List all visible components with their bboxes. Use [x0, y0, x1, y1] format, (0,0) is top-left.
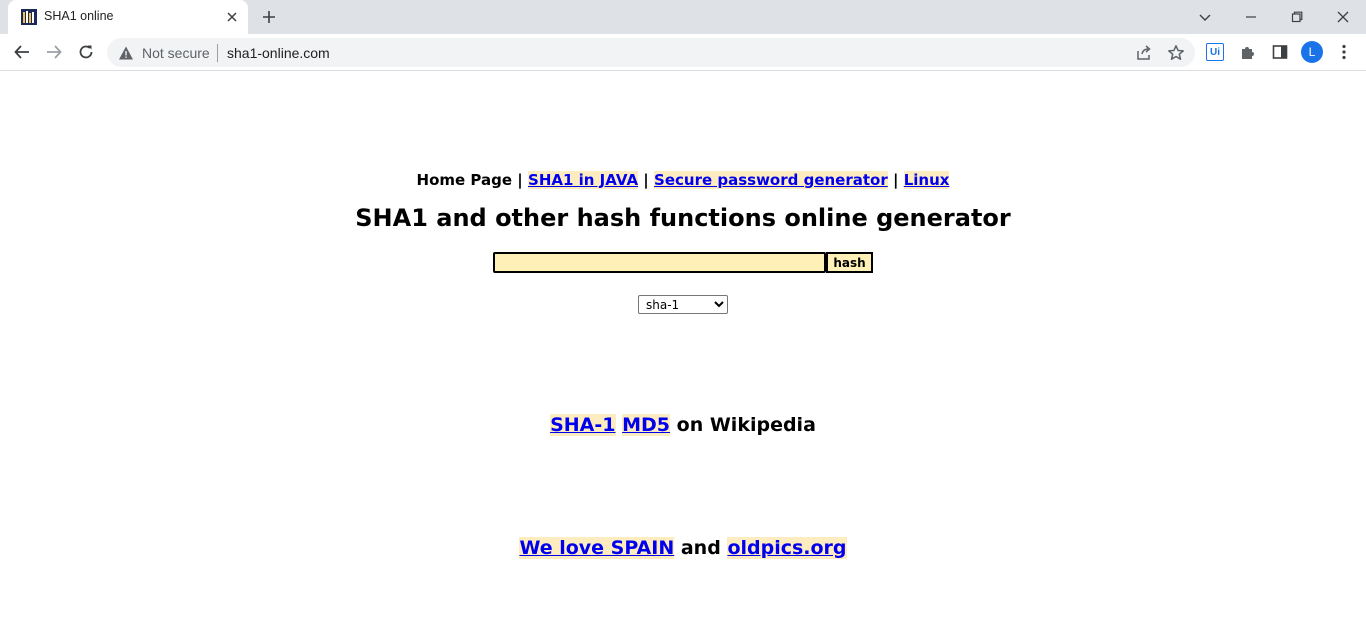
site-favicon-icon — [21, 9, 37, 25]
arrow-left-icon — [14, 45, 29, 59]
arrow-right-icon — [47, 45, 62, 59]
promo-link-spain[interactable]: We love SPAIN — [519, 537, 675, 559]
wiki-link-md5[interactable]: MD5 — [622, 414, 671, 436]
tab-strip: SHA1 online — [0, 0, 1366, 34]
algorithm-select[interactable]: sha-1 — [638, 295, 728, 314]
nav-separator: | — [892, 171, 899, 189]
hash-button[interactable]: hash — [826, 252, 873, 273]
restore-button[interactable] — [1274, 0, 1320, 34]
hash-form: hash — [493, 252, 873, 273]
home-page-label: Home Page — [416, 171, 513, 189]
nav-link-linux[interactable]: Linux — [903, 171, 950, 189]
close-tab-icon[interactable] — [224, 9, 240, 25]
browser-toolbar: Not secure sha1-online.com Ui L — [0, 34, 1366, 71]
security-label[interactable]: Not secure — [142, 45, 210, 61]
puzzle-icon — [1242, 47, 1254, 59]
chevron-down-icon — [1199, 14, 1211, 21]
omnibox-divider — [217, 44, 218, 62]
browser-menu-button[interactable] — [1334, 42, 1354, 62]
top-nav: Home Page | SHA1 in JAVA | Secure passwo… — [0, 171, 1366, 189]
side-panel-icon — [1272, 45, 1288, 59]
tab-search-button[interactable] — [1182, 0, 1228, 34]
nav-link-sha1-java[interactable]: SHA1 in JAVA — [528, 171, 639, 189]
url-text[interactable]: sha1-online.com — [227, 45, 330, 61]
profile-avatar[interactable]: L — [1301, 41, 1323, 63]
promo-connector: and — [680, 537, 721, 559]
nav-separator: | — [517, 171, 523, 189]
close-icon — [1337, 11, 1349, 23]
back-button[interactable] — [12, 42, 32, 62]
forward-button[interactable] — [44, 42, 64, 62]
page-title: SHA1 and other hash functions online gen… — [355, 204, 1011, 232]
warning-icon[interactable] — [118, 45, 134, 61]
more-vert-icon — [1342, 44, 1346, 60]
tab-title: SHA1 online — [44, 9, 114, 23]
browser-tab[interactable]: SHA1 online — [8, 0, 248, 34]
new-tab-icon[interactable] — [260, 8, 278, 26]
extensions-button[interactable] — [1238, 42, 1258, 62]
close-window-button[interactable] — [1320, 0, 1366, 34]
promo-link-oldpics[interactable]: oldpics.org — [727, 537, 847, 559]
wikipedia-links: SHA-1 MD5 on Wikipedia — [0, 414, 1366, 436]
web-page: Home Page | SHA1 in JAVA | Secure passwo… — [0, 71, 1366, 630]
wiki-link-sha1[interactable]: SHA-1 — [550, 414, 616, 436]
side-panel-button[interactable] — [1270, 42, 1290, 62]
minimize-icon — [1246, 16, 1256, 18]
bookmark-star-icon[interactable] — [1167, 44, 1185, 62]
hash-text-input[interactable] — [493, 252, 826, 273]
uipath-extension-icon[interactable]: Ui — [1206, 43, 1224, 61]
reload-icon — [79, 45, 93, 59]
wiki-suffix: on Wikipedia — [676, 414, 816, 436]
promo-links: We love SPAIN and oldpics.org — [0, 537, 1366, 559]
nav-separator: | — [643, 171, 649, 189]
nav-link-password-generator[interactable]: Secure password generator — [654, 171, 888, 189]
address-bar[interactable]: Not secure sha1-online.com — [107, 38, 1195, 67]
reload-button[interactable] — [76, 42, 96, 62]
restore-icon — [1291, 11, 1303, 23]
share-icon[interactable] — [1135, 44, 1153, 62]
minimize-button[interactable] — [1228, 0, 1274, 34]
